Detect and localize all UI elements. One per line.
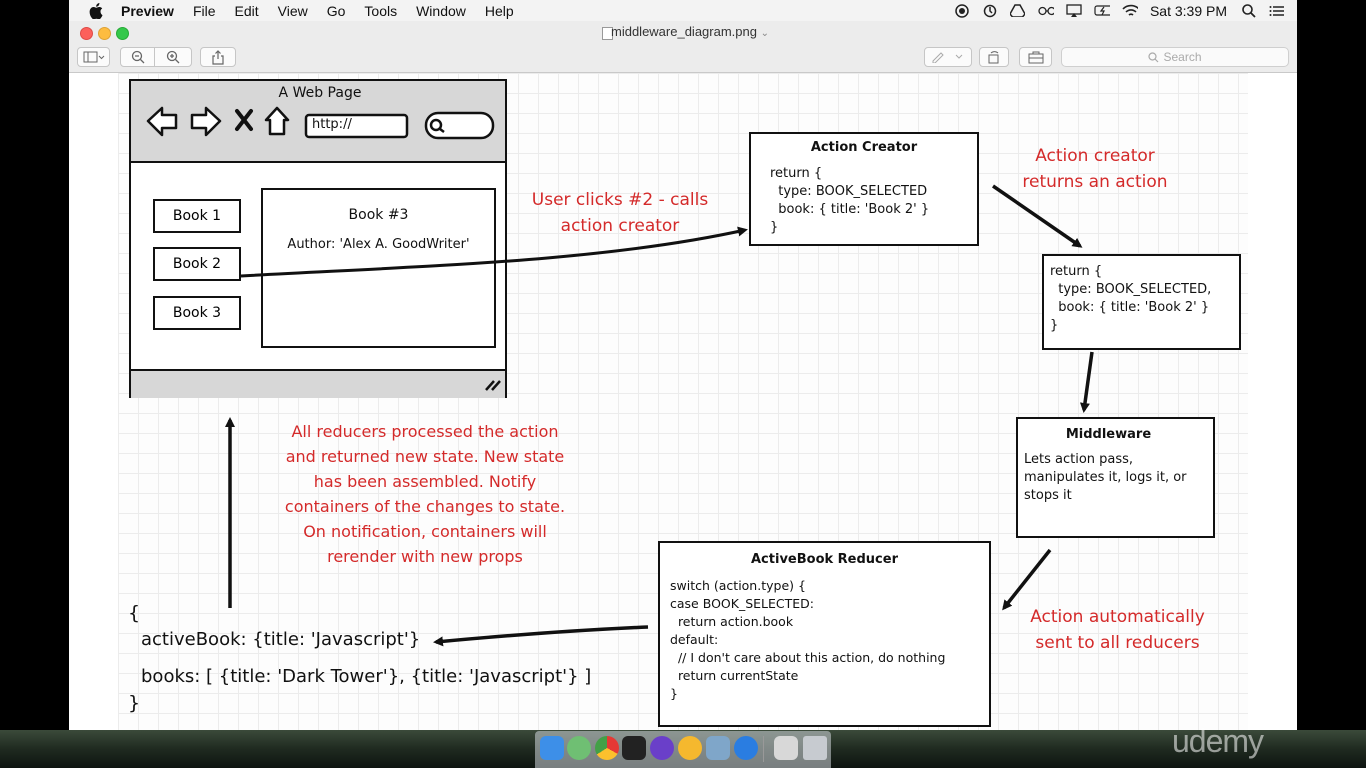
chrome-icon[interactable] — [595, 736, 619, 760]
atom-icon[interactable] — [650, 736, 674, 760]
trash-icon[interactable] — [803, 736, 827, 760]
dock-divider — [763, 736, 764, 762]
safari-icon[interactable] — [734, 736, 758, 760]
udemy-watermark: udemy — [1172, 723, 1264, 759]
arrow-book2-to-creator — [240, 226, 748, 278]
preview-icon[interactable] — [706, 736, 730, 760]
chrome-canary-icon[interactable] — [678, 736, 702, 760]
arrow-middleware-to-reducer — [1002, 548, 1052, 611]
diagram-arrows — [225, 184, 1094, 647]
arrow-action-to-middleware — [1080, 351, 1094, 413]
downloads-stack-icon[interactable] — [774, 736, 798, 760]
arrow-reducer-to-state — [433, 625, 649, 647]
terminal-icon[interactable] — [622, 736, 646, 760]
launchpad-icon[interactable] — [567, 736, 591, 760]
arrow-creator-to-action — [992, 184, 1083, 248]
finder-icon[interactable] — [540, 736, 564, 760]
